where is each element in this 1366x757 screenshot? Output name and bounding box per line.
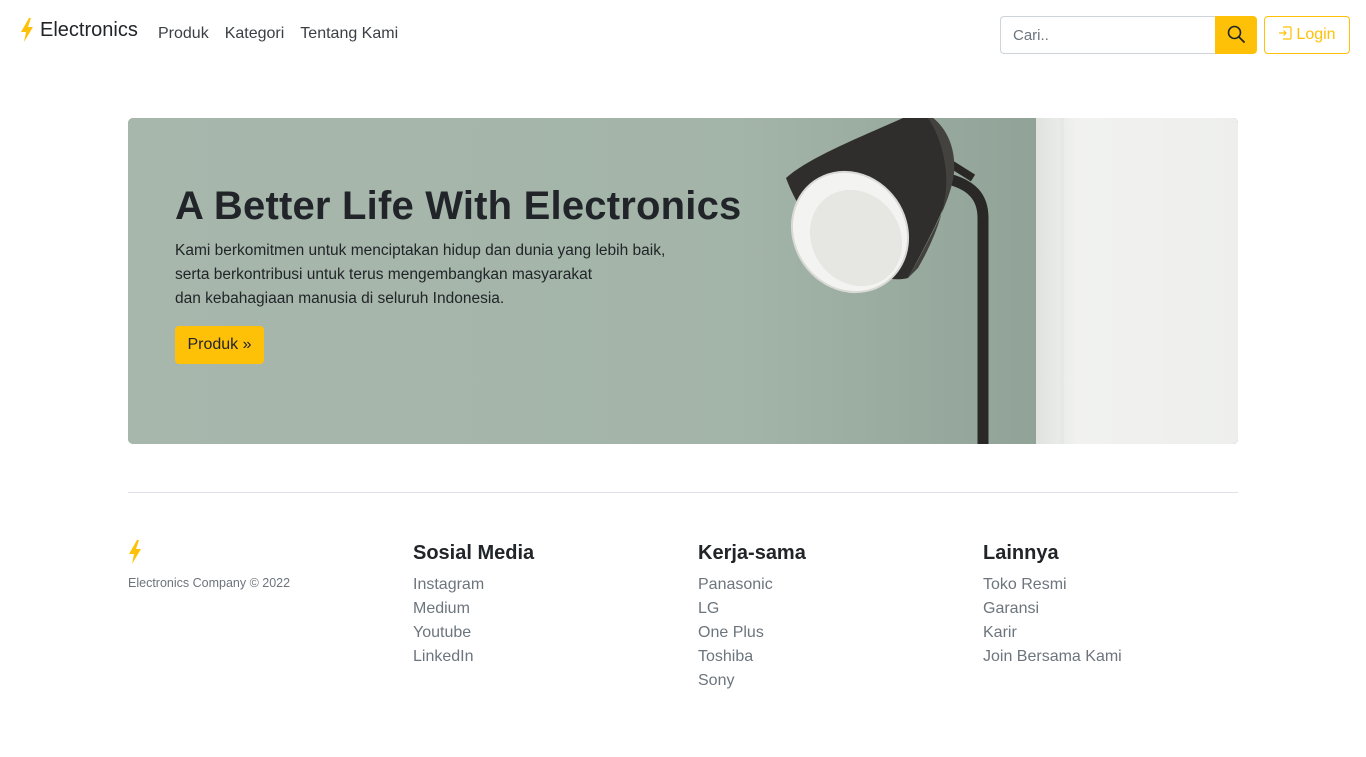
login-icon [1278, 25, 1293, 45]
footer-col-sosial-media: Sosial Media Instagram Medium Youtube Li… [413, 542, 534, 669]
hero-banner: A Better Life With Electronics Kami berk… [128, 118, 1238, 444]
login-button[interactable]: Login [1264, 16, 1350, 54]
brand-link[interactable]: Electronics [20, 18, 138, 42]
footer-col-title: Kerja-sama [698, 542, 806, 564]
footer-link-garansi[interactable]: Garansi [983, 597, 1122, 621]
footer-divider [128, 492, 1238, 493]
footer-link-join-bersama-kami[interactable]: Join Bersama Kami [983, 645, 1122, 669]
nav-link-kategori[interactable]: Kategori [225, 25, 285, 43]
search-button[interactable] [1215, 16, 1257, 54]
footer-brand [128, 540, 142, 569]
search-form [1000, 16, 1257, 54]
hero-produk-button[interactable]: Produk » [175, 326, 264, 364]
footer-link-lg[interactable]: LG [698, 597, 806, 621]
lightning-bolt-icon [128, 540, 142, 564]
footer-link-medium[interactable]: Medium [413, 597, 534, 621]
footer-link-instagram[interactable]: Instagram [413, 573, 534, 597]
lightning-bolt-icon [20, 18, 34, 42]
footer-link-youtube[interactable]: Youtube [413, 621, 534, 645]
footer-col-title: Sosial Media [413, 542, 535, 564]
brand-name: Electronics [40, 18, 138, 41]
footer-col-lainnya: Lainnya Toko Resmi Garansi Karir Join Be… [983, 542, 1122, 669]
footer-link-toshiba[interactable]: Toshiba [698, 645, 806, 669]
nav-menu: Produk Kategori Tentang Kami [158, 25, 398, 43]
login-label: Login [1296, 26, 1336, 43]
footer-link-sony[interactable]: Sony [698, 669, 806, 693]
footer-copyright: Electronics Company © 2022 [128, 576, 291, 590]
hero-title: A Better Life With Electronics [175, 184, 742, 228]
search-input[interactable] [1000, 16, 1215, 54]
floor-lamp-image [768, 118, 1038, 444]
hero-description: Kami berkomitmen untuk menciptakan hidup… [175, 242, 666, 307]
footer-link-linkedin[interactable]: LinkedIn [413, 645, 534, 669]
footer-col-kerja-sama: Kerja-sama Panasonic LG One Plus Toshiba… [698, 542, 806, 693]
footer-col-title: Lainnya [983, 542, 1059, 564]
footer-link-one-plus[interactable]: One Plus [698, 621, 806, 645]
footer-link-toko-resmi[interactable]: Toko Resmi [983, 573, 1122, 597]
navbar: Electronics Produk Kategori Tentang Kami… [0, 0, 1366, 72]
search-icon [1227, 25, 1245, 46]
nav-link-tentang-kami[interactable]: Tentang Kami [300, 25, 398, 43]
nav-link-produk[interactable]: Produk [158, 25, 209, 43]
footer-link-panasonic[interactable]: Panasonic [698, 573, 806, 597]
hero-wall-white [1036, 118, 1238, 444]
footer-link-karir[interactable]: Karir [983, 621, 1122, 645]
